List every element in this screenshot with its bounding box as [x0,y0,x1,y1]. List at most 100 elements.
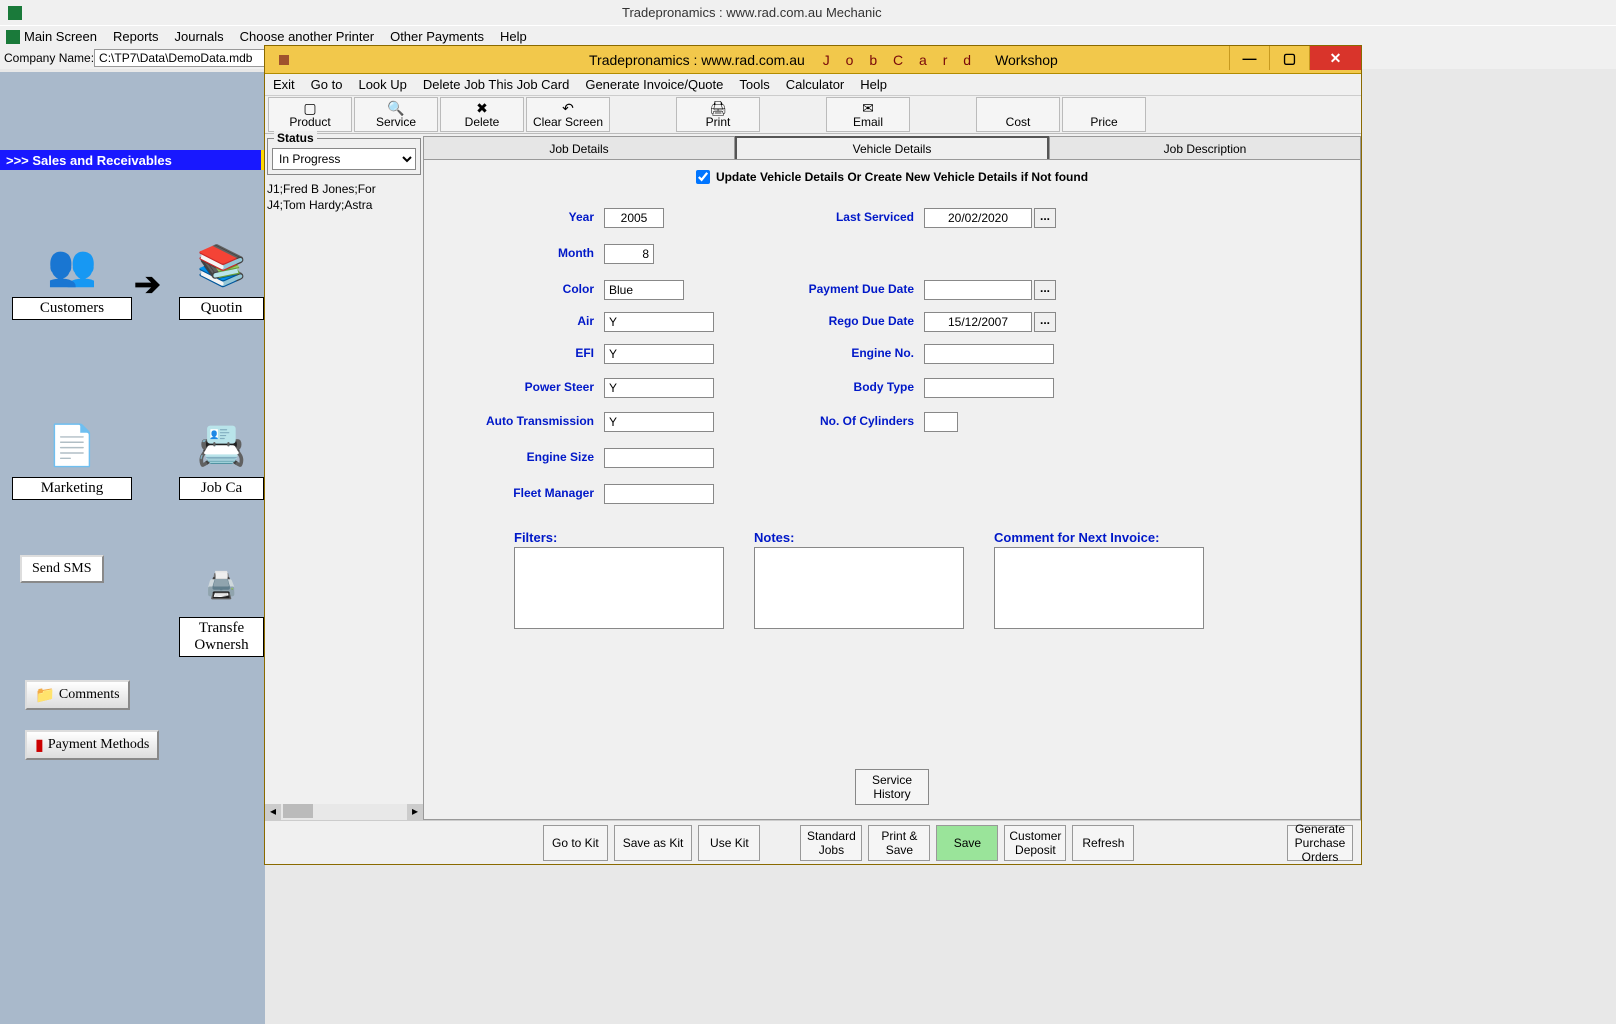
input-efi[interactable] [604,344,714,364]
delete-icon: ✖ [476,100,488,115]
jc-menu-tools[interactable]: Tools [739,77,769,92]
payment-methods-button[interactable]: ▮Payment Methods [25,730,159,760]
use-kit-button[interactable]: Use Kit [698,825,760,861]
folder-icon: 📁 [35,685,55,705]
date-picker-paydue[interactable]: ... [1034,280,1056,300]
bottom-left-group: Go to Kit Save as Kit Use Kit [543,825,760,861]
box-icon: ▢ [303,100,316,115]
input-month[interactable] [604,244,654,264]
input-fleet-manager[interactable] [604,484,714,504]
date-picker-last[interactable]: ... [1034,208,1056,228]
vehicle-form: Year Month Color Air EFI Power Steer Aut… [434,200,1350,530]
status-fieldset: Status In Progress [267,138,421,175]
input-payment-due[interactable] [924,280,1032,300]
sidebar-item-transfer[interactable]: 🖨️ Transfe Ownersh [179,555,264,657]
generate-po-button[interactable]: Generate Purchase Orders [1287,825,1353,861]
input-color[interactable] [604,280,684,300]
input-body-type[interactable] [924,378,1054,398]
jc-menu-goto[interactable]: Go to [311,77,343,92]
status-label: Status [274,131,317,145]
tb-service[interactable]: 🔍Service [354,97,438,132]
close-button[interactable]: ✕ [1309,46,1361,70]
tb-email[interactable]: ✉Email [826,97,910,132]
minimize-button[interactable]: — [1229,46,1269,70]
save-button[interactable]: Save [936,825,998,861]
jc-menu-generate[interactable]: Generate Invoice/Quote [585,77,723,92]
refresh-button[interactable]: Refresh [1072,825,1134,861]
label-body-type: Body Type [784,380,914,394]
people-icon: 👥 [37,235,107,295]
print-save-button[interactable]: Print & Save [868,825,930,861]
input-last-serviced[interactable] [924,208,1032,228]
textarea-notes[interactable] [754,547,964,629]
filters-col: Filters: [514,530,724,632]
jc-menu-exit[interactable]: Exit [273,77,295,92]
jobcard-bottom-bar: Go to Kit Save as Kit Use Kit Standard J… [265,820,1361,864]
job-list-item[interactable]: J1;Fred B Jones;For [267,181,421,197]
notes-row: Filters: Notes: Comment for Next Invoice… [434,530,1350,632]
input-air[interactable] [604,312,714,332]
scroll-right-arrow[interactable]: ▸ [407,804,423,820]
save-as-kit-button[interactable]: Save as Kit [614,825,693,861]
job-list-item[interactable]: J4;Tom Hardy;Astra [267,197,421,213]
service-history-button[interactable]: Service History [855,769,929,805]
scroll-left-arrow[interactable]: ◂ [265,804,281,820]
input-year[interactable] [604,208,664,228]
menu-journals[interactable]: Journals [175,29,224,44]
label-color: Color [464,282,594,296]
update-vehicle-checkbox[interactable] [696,170,710,184]
tab-job-description[interactable]: Job Description [1049,136,1361,160]
label-last-serviced: Last Serviced [784,210,914,224]
textarea-filters[interactable] [514,547,724,629]
tab-vehicle-details[interactable]: Vehicle Details [735,136,1049,160]
menu-help-outer[interactable]: Help [500,29,527,44]
jc-menu-calc[interactable]: Calculator [786,77,845,92]
sidebar-item-quoting[interactable]: 📚 Quotin [179,235,264,320]
job-list: J1;Fred B Jones;For J4;Tom Hardy;Astra [265,179,423,215]
menu-reports[interactable]: Reports [113,29,159,44]
input-power-steer[interactable] [604,378,714,398]
send-sms-button[interactable]: Send SMS [20,555,104,583]
textarea-comment[interactable] [994,547,1204,629]
tb-delete[interactable]: ✖Delete [440,97,524,132]
document-icon: 📄 [37,415,107,475]
sidebar-item-customers[interactable]: 👥 Customers [12,235,132,320]
tab-job-details[interactable]: Job Details [423,136,735,160]
input-engine-no[interactable] [924,344,1054,364]
tb-product[interactable]: ▢Product [268,97,352,132]
input-auto-trans[interactable] [604,412,714,432]
jc-menu-help[interactable]: Help [860,77,887,92]
books-icon: 📚 [187,235,257,295]
outer-title-text: Tradepronamics : www.rad.com.au Mechanic [622,5,882,20]
menu-other-payments[interactable]: Other Payments [390,29,484,44]
sidebar-item-marketing[interactable]: 📄 Marketing [12,415,132,500]
jc-menu-lookup[interactable]: Look Up [358,77,406,92]
tb-price[interactable]: Price [1062,97,1146,132]
comments-button[interactable]: 📁Comments [25,680,130,710]
status-combo[interactable]: In Progress [272,148,416,170]
sidebar-item-jobcards[interactable]: 📇 Job Ca [179,415,264,500]
tb-print[interactable]: 🖨Print [676,97,760,132]
maximize-button[interactable]: ▢ [1269,46,1309,70]
input-cylinders[interactable] [924,412,958,432]
tb-clear[interactable]: ↶Clear Screen [526,97,610,132]
customer-deposit-button[interactable]: Customer Deposit [1004,825,1066,861]
update-vehicle-row: Update Vehicle Details Or Create New Veh… [434,170,1350,184]
calendar-icon: 📇 [187,415,257,475]
goto-kit-button[interactable]: Go to Kit [543,825,608,861]
input-engine-size[interactable] [604,448,714,468]
label-year: Year [464,210,594,224]
bottom-mid-group: Standard Jobs Print & Save Save Customer… [800,825,1134,861]
horiz-scrollbar[interactable]: ◂ ▸ [265,804,423,820]
company-path: C:\TP7\Data\DemoData.mdb [94,49,274,67]
outer-titlebar: Tradepronamics : www.rad.com.au Mechanic [0,0,1616,25]
date-picker-regodue[interactable]: ... [1034,312,1056,332]
menu-main-screen[interactable]: Main Screen [6,29,97,44]
update-vehicle-label: Update Vehicle Details Or Create New Veh… [716,170,1088,184]
arrow-icon: ➔ [134,265,161,303]
menu-choose-printer[interactable]: Choose another Printer [240,29,374,44]
jc-menu-delete-job[interactable]: Delete Job This Job Card [423,77,569,92]
standard-jobs-button[interactable]: Standard Jobs [800,825,862,861]
tb-cost[interactable]: Cost [976,97,1060,132]
input-rego-due[interactable] [924,312,1032,332]
